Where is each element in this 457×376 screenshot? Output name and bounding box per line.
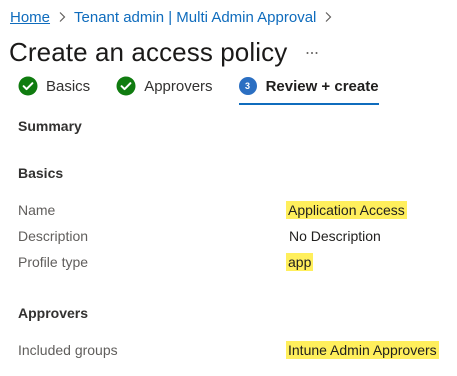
tab-approvers[interactable]: Approvers bbox=[116, 72, 213, 100]
profile-type-value-text: app bbox=[286, 253, 314, 271]
included-groups-value-text: Intune Admin Approvers bbox=[286, 341, 439, 359]
check-circle-icon bbox=[18, 76, 38, 96]
tab-review-create[interactable]: 3 Review + create bbox=[238, 72, 379, 105]
chevron-right-icon bbox=[320, 9, 336, 25]
tab-basics[interactable]: Basics bbox=[18, 72, 90, 100]
summary-heading: Summary bbox=[18, 118, 82, 134]
name-value: Application Access bbox=[286, 201, 407, 219]
name-value-text: Application Access bbox=[286, 201, 407, 219]
profile-type-label: Profile type bbox=[18, 254, 89, 270]
breadcrumb-tenant-admin-link[interactable]: Tenant admin | Multi Admin Approval bbox=[74, 9, 316, 26]
breadcrumb: Home Tenant admin | Multi Admin Approval bbox=[10, 6, 340, 28]
more-horizontal-icon bbox=[306, 52, 318, 54]
included-groups-value: Intune Admin Approvers bbox=[286, 341, 439, 359]
tab-approvers-label: Approvers bbox=[144, 77, 213, 95]
tab-review-create-label: Review + create bbox=[265, 77, 379, 95]
name-label: Name bbox=[18, 202, 56, 218]
page-title: Create an access policy bbox=[9, 37, 288, 67]
tab-basics-label: Basics bbox=[46, 77, 91, 95]
approvers-section-heading: Approvers bbox=[18, 305, 89, 321]
chevron-right-icon bbox=[54, 9, 70, 25]
description-value: No Description bbox=[289, 228, 381, 244]
more-options-button[interactable] bbox=[300, 40, 324, 64]
included-groups-label: Included groups bbox=[18, 342, 118, 358]
profile-type-value: app bbox=[286, 253, 314, 271]
check-circle-icon bbox=[116, 76, 136, 96]
breadcrumb-home-link[interactable]: Home bbox=[10, 9, 50, 26]
description-label: Description bbox=[18, 228, 89, 244]
step-number-badge: 3 bbox=[238, 77, 257, 95]
wizard-steps: Basics Approvers 3 Review + create bbox=[18, 72, 379, 106]
basics-section-heading: Basics bbox=[18, 165, 64, 181]
